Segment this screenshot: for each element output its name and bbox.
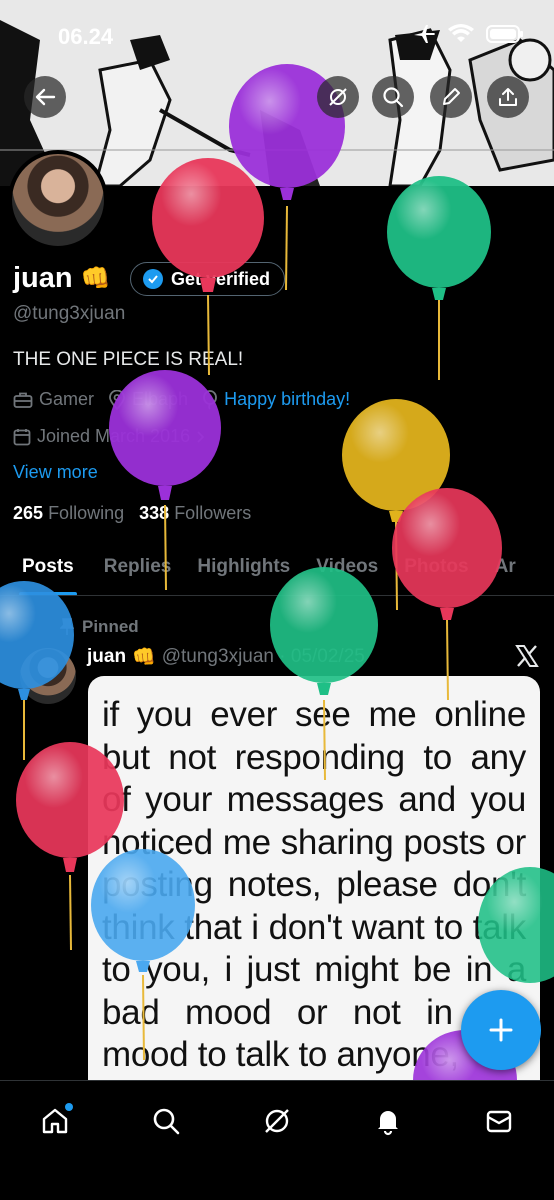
birthday-link[interactable]: Happy birthday! bbox=[224, 389, 350, 410]
display-name-text: juan bbox=[13, 262, 73, 294]
followers-link[interactable]: 338 Followers bbox=[139, 503, 251, 523]
calendar-icon bbox=[13, 428, 31, 445]
get-verified-label: Get verified bbox=[171, 268, 271, 289]
pinned-indicator: Pinned bbox=[60, 617, 139, 637]
home-notification-dot bbox=[65, 1103, 74, 1111]
fist-emoji: 👊 bbox=[80, 265, 111, 292]
share-button[interactable] bbox=[487, 76, 529, 118]
post-header: juan 👊 @tung3xjuan · 05/02/25 bbox=[87, 645, 365, 669]
edit-button[interactable] bbox=[430, 76, 472, 118]
plus-icon bbox=[489, 1018, 513, 1042]
location-label: Elbaph bbox=[132, 389, 189, 409]
wifi-icon bbox=[448, 24, 474, 42]
grok-icon bbox=[265, 1109, 289, 1133]
location-icon bbox=[109, 389, 125, 410]
balloon-icon bbox=[203, 389, 217, 410]
nav-home[interactable] bbox=[27, 1101, 83, 1141]
pencil-icon bbox=[443, 88, 460, 105]
search-icon bbox=[153, 1108, 180, 1135]
nav-grok[interactable] bbox=[249, 1101, 305, 1141]
profile-avatar[interactable] bbox=[8, 150, 108, 250]
tab-photos[interactable]: Photos bbox=[404, 540, 468, 595]
status-time: 06.24 bbox=[58, 24, 114, 49]
view-more-link[interactable]: View more bbox=[13, 462, 98, 483]
profile-meta-row: Gamer Elbaph Happy birthday! bbox=[13, 389, 350, 410]
chevron-right-icon bbox=[197, 430, 205, 443]
home-icon bbox=[43, 1108, 68, 1134]
category-label: Gamer bbox=[39, 389, 95, 409]
profile-display-name: juan 👊 bbox=[13, 262, 111, 295]
profile-tabs: Posts Replies Highlights Videos Photos A… bbox=[0, 540, 554, 596]
following-label: Following bbox=[48, 503, 125, 523]
profile-handle: @tung3xjuan bbox=[13, 303, 126, 324]
get-verified-button[interactable]: Get verified bbox=[130, 262, 286, 296]
briefcase-icon bbox=[13, 392, 33, 408]
post-author-emoji: 👊 bbox=[132, 647, 156, 668]
nav-explore[interactable] bbox=[138, 1101, 194, 1141]
status-icons bbox=[412, 24, 524, 44]
post-author-name[interactable]: juan bbox=[87, 646, 126, 668]
search-icon bbox=[383, 87, 404, 108]
following-link[interactable]: 265 Following bbox=[13, 503, 124, 523]
mail-icon bbox=[486, 1110, 511, 1133]
back-button[interactable] bbox=[24, 76, 66, 118]
share-icon bbox=[499, 88, 517, 106]
tab-replies[interactable]: Replies bbox=[104, 540, 172, 595]
search-button[interactable] bbox=[372, 76, 414, 118]
pin-icon bbox=[60, 618, 74, 635]
following-count: 265 bbox=[13, 503, 44, 523]
battery-icon bbox=[486, 25, 523, 43]
status-bar: 06.24 bbox=[0, 0, 554, 70]
followers-count: 338 bbox=[139, 503, 170, 523]
airplane-icon bbox=[414, 25, 435, 43]
tab-articles[interactable]: Ar bbox=[495, 540, 516, 595]
tab-posts[interactable]: Posts bbox=[19, 540, 77, 595]
compose-post-button[interactable] bbox=[461, 990, 541, 1070]
follow-stats: 265 Following 338 Followers bbox=[13, 503, 251, 524]
pinned-label: Pinned bbox=[82, 617, 139, 636]
joined-label: Joined March 2016 bbox=[37, 426, 191, 446]
followers-label: Followers bbox=[174, 503, 252, 523]
bottom-navigation bbox=[0, 1080, 554, 1200]
profile-bio: THE ONE PIECE IS REAL! bbox=[13, 349, 244, 370]
post-avatar[interactable] bbox=[20, 648, 76, 704]
tab-videos[interactable]: Videos bbox=[316, 540, 378, 595]
nav-messages[interactable] bbox=[471, 1101, 527, 1141]
post-handle-date: @tung3xjuan · 05/02/25 bbox=[161, 646, 365, 667]
grok-icon bbox=[329, 88, 347, 106]
tab-highlights[interactable]: Highlights bbox=[197, 540, 290, 595]
balloon-green-top bbox=[387, 176, 491, 380]
back-arrow-icon bbox=[35, 88, 56, 106]
bell-icon bbox=[377, 1111, 398, 1136]
joined-row: Joined March 2016 bbox=[13, 426, 206, 447]
grok-button[interactable] bbox=[317, 76, 359, 118]
nav-notifications[interactable] bbox=[360, 1101, 416, 1141]
x-logo-icon bbox=[515, 645, 539, 667]
verified-badge-icon bbox=[143, 269, 163, 289]
